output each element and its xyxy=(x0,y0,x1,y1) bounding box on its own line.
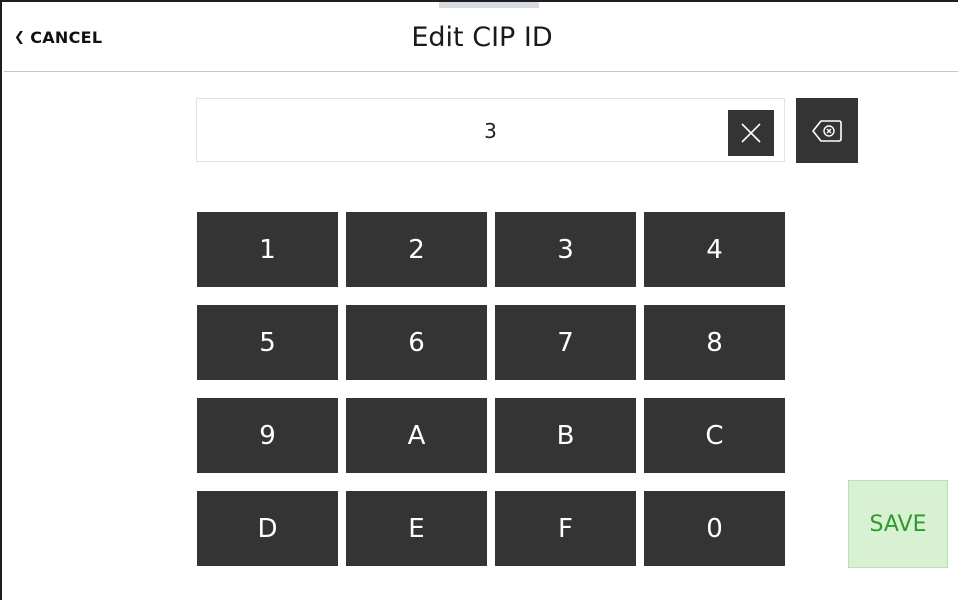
header-bar: ❮ CANCEL Edit CIP ID xyxy=(4,4,958,72)
backspace-icon xyxy=(812,119,842,142)
cip-id-value: 3 xyxy=(484,119,497,143)
key-1[interactable]: 1 xyxy=(197,212,338,287)
key-0[interactable]: 0 xyxy=(644,491,785,566)
key-2[interactable]: 2 xyxy=(346,212,487,287)
app-frame: ❮ CANCEL Edit CIP ID 3 1 2 3 4 5 6 7 8 9 xyxy=(0,0,958,600)
backspace-button[interactable] xyxy=(796,98,858,163)
key-9[interactable]: 9 xyxy=(197,398,338,473)
key-d[interactable]: D xyxy=(197,491,338,566)
clear-button[interactable] xyxy=(728,110,774,156)
key-7[interactable]: 7 xyxy=(495,305,636,380)
key-4[interactable]: 4 xyxy=(644,212,785,287)
page-title: Edit CIP ID xyxy=(411,22,553,53)
key-e[interactable]: E xyxy=(346,491,487,566)
key-c[interactable]: C xyxy=(644,398,785,473)
key-5[interactable]: 5 xyxy=(197,305,338,380)
key-f[interactable]: F xyxy=(495,491,636,566)
save-button[interactable]: SAVE xyxy=(848,480,948,568)
close-icon xyxy=(741,123,761,143)
key-6[interactable]: 6 xyxy=(346,305,487,380)
cip-id-input[interactable]: 3 xyxy=(196,98,785,162)
key-b[interactable]: B xyxy=(495,398,636,473)
key-a[interactable]: A xyxy=(346,398,487,473)
key-3[interactable]: 3 xyxy=(495,212,636,287)
key-8[interactable]: 8 xyxy=(644,305,785,380)
hex-keypad: 1 2 3 4 5 6 7 8 9 A B C D E F 0 xyxy=(197,212,787,566)
